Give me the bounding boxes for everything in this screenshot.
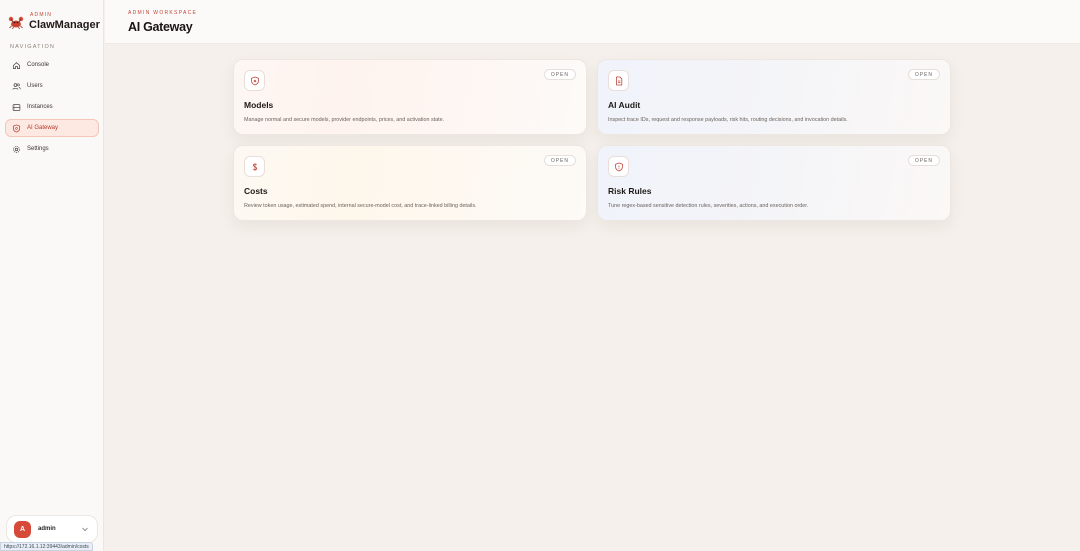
server-icon [12, 103, 21, 112]
open-badge[interactable]: OPEN [543, 155, 576, 166]
card-costs[interactable]: OPEN Costs Review token usage, estimated… [233, 145, 587, 221]
card-description: Tune regex-based sensitive detection rul… [608, 203, 809, 209]
sidebar-item-label: Users [27, 83, 43, 89]
shield-icon [12, 124, 21, 133]
sidebar-item-label: Console [27, 62, 50, 68]
brand-kicker: ADMIN [30, 12, 53, 18]
card-title: Risk Rules [608, 186, 652, 196]
brand[interactable]: ADMIN ClawManager [8, 12, 100, 31]
sidebar-item-users[interactable]: Users [5, 77, 99, 95]
sidebar-item-label: Instances [27, 104, 53, 110]
user-name: admin [38, 526, 56, 532]
sidebar-item-ai-gateway[interactable]: AI Gateway [5, 119, 99, 137]
open-badge[interactable]: OPEN [907, 69, 940, 80]
card-title: AI Audit [608, 100, 641, 110]
card-title: Models [244, 100, 274, 110]
home-icon [12, 61, 21, 70]
status-bar-url: https://172.16.1.12:39443/admin/costs [0, 542, 93, 551]
sidebar-item-console[interactable]: Console [5, 56, 99, 74]
open-badge[interactable]: OPEN [543, 69, 576, 80]
sidebar-item-label: Settings [27, 146, 49, 152]
card-ai-audit[interactable]: OPEN AI Audit Inspect trace IDs, request… [597, 59, 951, 135]
open-badge[interactable]: OPEN [907, 155, 940, 166]
users-icon [12, 82, 21, 91]
sidebar-item-label: AI Gateway [27, 125, 59, 131]
card-description: Inspect trace IDs, request and response … [608, 117, 848, 123]
avatar: A [14, 520, 31, 538]
card-title: Costs [244, 186, 268, 196]
page-title: AI Gateway [128, 20, 193, 34]
gear-icon [12, 145, 21, 154]
sidebar-item-instances[interactable]: Instances [5, 98, 99, 116]
chevron-down-icon [82, 527, 88, 532]
brand-name: ClawManager [29, 19, 100, 31]
shield-icon [244, 70, 265, 91]
card-models[interactable]: OPEN Models Manage normal and secure mod… [233, 59, 587, 135]
document-icon [608, 70, 629, 91]
dollar-icon [244, 156, 265, 177]
shield-icon [608, 156, 629, 177]
sidebar-item-settings[interactable]: Settings [5, 140, 99, 158]
card-description: Manage normal and secure models, provide… [244, 117, 445, 123]
crab-logo-icon [8, 16, 24, 29]
card-description: Review token usage, estimated spend, int… [244, 203, 477, 209]
page-kicker: ADMIN WORKSPACE [128, 10, 198, 16]
nav-heading: NAVIGATION [10, 44, 56, 50]
sidebar-nav: Console Users Instances AI Gateway Setti… [5, 56, 99, 161]
sidebar: ADMIN ClawManager NAVIGATION Console Use… [0, 0, 104, 551]
user-menu[interactable]: A admin [6, 515, 98, 543]
page-header [105, 0, 1080, 44]
card-risk-rules[interactable]: OPEN Risk Rules Tune regex-based sensiti… [597, 145, 951, 221]
